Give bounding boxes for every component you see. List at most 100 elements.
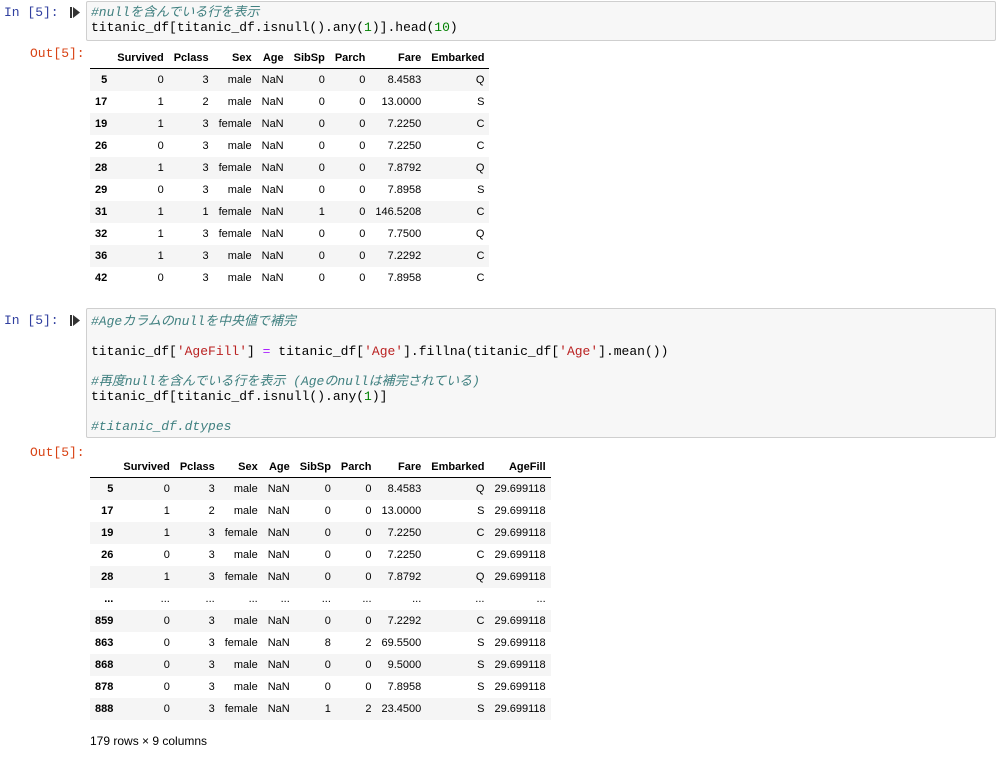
table-cell: 13.0000 (381, 96, 422, 108)
table-cell: female (224, 527, 258, 539)
table-cell: 0 (359, 118, 366, 130)
table-cell: 0 (365, 527, 372, 539)
row-index: 19 (101, 527, 114, 539)
table-row: 5 0 3 male NaN 0 0 8.4583 Q (90, 68, 490, 91)
table-cell: C (476, 615, 485, 627)
table-cell: 0 (365, 483, 372, 495)
table-cell: 7.8958 (387, 184, 422, 196)
table-cell: C (476, 527, 485, 539)
code-line: titanic_df[titanic_df.isnull().any(1)].h… (91, 20, 458, 35)
table-cell: 1 (202, 206, 209, 218)
table-cell: 1 (157, 118, 164, 130)
cell1-code-input[interactable]: #nullを含んでいる行を表示 titanic_df[titanic_df.is… (86, 1, 996, 41)
table-cell: Q (475, 74, 485, 86)
row-index: 868 (95, 659, 114, 671)
table-cell: 0 (157, 184, 164, 196)
table-cell: S (477, 96, 485, 108)
table-cell: 2 (208, 505, 215, 517)
table-cell: male (227, 74, 252, 86)
cell2-code-input[interactable]: #Ageカラムのnullを中央値で補完 titanic_df['AgeFill'… (86, 308, 996, 438)
table-cell: female (218, 118, 252, 130)
table-cell: 7.2250 (387, 140, 422, 152)
run-cell-icon[interactable] (70, 315, 80, 326)
table-cell: 3 (202, 118, 209, 130)
table-cell: 1 (163, 505, 170, 517)
table-cell: 0 (324, 681, 331, 693)
code-line: #nullを含んでいる行を表示 (91, 5, 259, 20)
table-cell: 1 (157, 162, 164, 174)
table-cell: 0 (324, 483, 331, 495)
table-row: 28 1 3 female NaN 0 0 7.8792 Q 29.699118 (90, 566, 551, 588)
column-header: Fare (370, 48, 427, 69)
table-cell: C (476, 206, 485, 218)
table-cell: 29.699118 (494, 703, 546, 715)
table-cell: C (476, 272, 485, 284)
table-cell: 0 (359, 184, 366, 196)
code-line: #再度nullを含んでいる行を表示 (Ageのnullは補完されている) (91, 374, 480, 389)
table-cell: 1 (157, 250, 164, 262)
table-cell: NaN (267, 483, 290, 495)
column-header: SibSp (294, 457, 336, 478)
table-cell: S (477, 184, 485, 196)
table-cell: 29.699118 (494, 615, 546, 627)
table-cell: 3 (208, 637, 215, 649)
table-cell: 7.8792 (387, 571, 422, 583)
table-cell: NaN (261, 96, 284, 108)
cell2-out-prompt: Out[5]: (30, 445, 85, 460)
column-header: Pclass (174, 457, 220, 478)
table-cell: NaN (261, 272, 284, 284)
table-cell: C (476, 549, 485, 561)
row-index: 42 (95, 272, 108, 284)
table-cell: 3 (208, 703, 215, 715)
table-cell: 3 (208, 615, 215, 627)
table-cell: 8.4583 (387, 74, 422, 86)
table-cell: 1 (318, 206, 325, 218)
column-header: Pclass (168, 48, 214, 69)
table-cell: 0 (365, 659, 372, 671)
table-cell: 3 (208, 527, 215, 539)
row-index: 17 (95, 96, 108, 108)
table-cell: 7.2250 (387, 549, 422, 561)
table-cell: 1 (163, 527, 170, 539)
table-cell: 0 (324, 615, 331, 627)
column-header: Survived (112, 48, 169, 69)
column-header: Sex (219, 457, 263, 478)
table-cell: 0 (359, 96, 366, 108)
table-cell: 0 (318, 118, 325, 130)
table-cell: 29.699118 (494, 549, 546, 561)
row-index: 863 (95, 637, 114, 649)
table-cell: 13.0000 (381, 505, 422, 517)
table-cell: 0 (359, 74, 366, 86)
table-cell: ... (160, 593, 170, 605)
run-cell-icon[interactable] (70, 7, 80, 18)
table-cell: S (477, 703, 485, 715)
code-comment: #nullを含んでいる行を表示 (91, 5, 260, 20)
dataframe-shape-footer: 179 rows × 9 columns (90, 734, 208, 748)
table-row: 42 0 3 male NaN 0 0 7.8958 C (90, 267, 490, 289)
row-index: 17 (101, 505, 114, 517)
table-cell: 29.699118 (494, 659, 546, 671)
column-header: Parch (329, 48, 371, 69)
table-row: 878 0 3 male NaN 0 0 7.8958 S 29.699118 (90, 676, 551, 698)
column-header: Survived (118, 457, 175, 478)
table-cell: 0 (365, 571, 372, 583)
table-cell: male (227, 250, 252, 262)
table-cell: male (233, 549, 258, 561)
table-cell: Q (475, 571, 485, 583)
table-cell: Q (475, 228, 485, 240)
table-cell: 1 (157, 228, 164, 240)
row-index: 36 (95, 250, 108, 262)
cell2-in-prompt: In [5]: (4, 313, 59, 328)
table-cell: 0 (359, 206, 366, 218)
table-cell: 0 (359, 228, 366, 240)
table-cell: NaN (267, 527, 290, 539)
table-cell: 7.2250 (387, 527, 422, 539)
table-cell: 7.8792 (387, 162, 422, 174)
table-cell: 3 (202, 228, 209, 240)
index-header (90, 48, 113, 69)
table-cell: male (227, 96, 252, 108)
table-header-row: Survived Pclass Sex Age SibSp Parch Fare Embark… (90, 457, 551, 478)
code-line: titanic_df[titanic_df.isnull().any(1)] (91, 389, 388, 404)
table-cell: NaN (261, 140, 284, 152)
table-cell: female (218, 162, 252, 174)
